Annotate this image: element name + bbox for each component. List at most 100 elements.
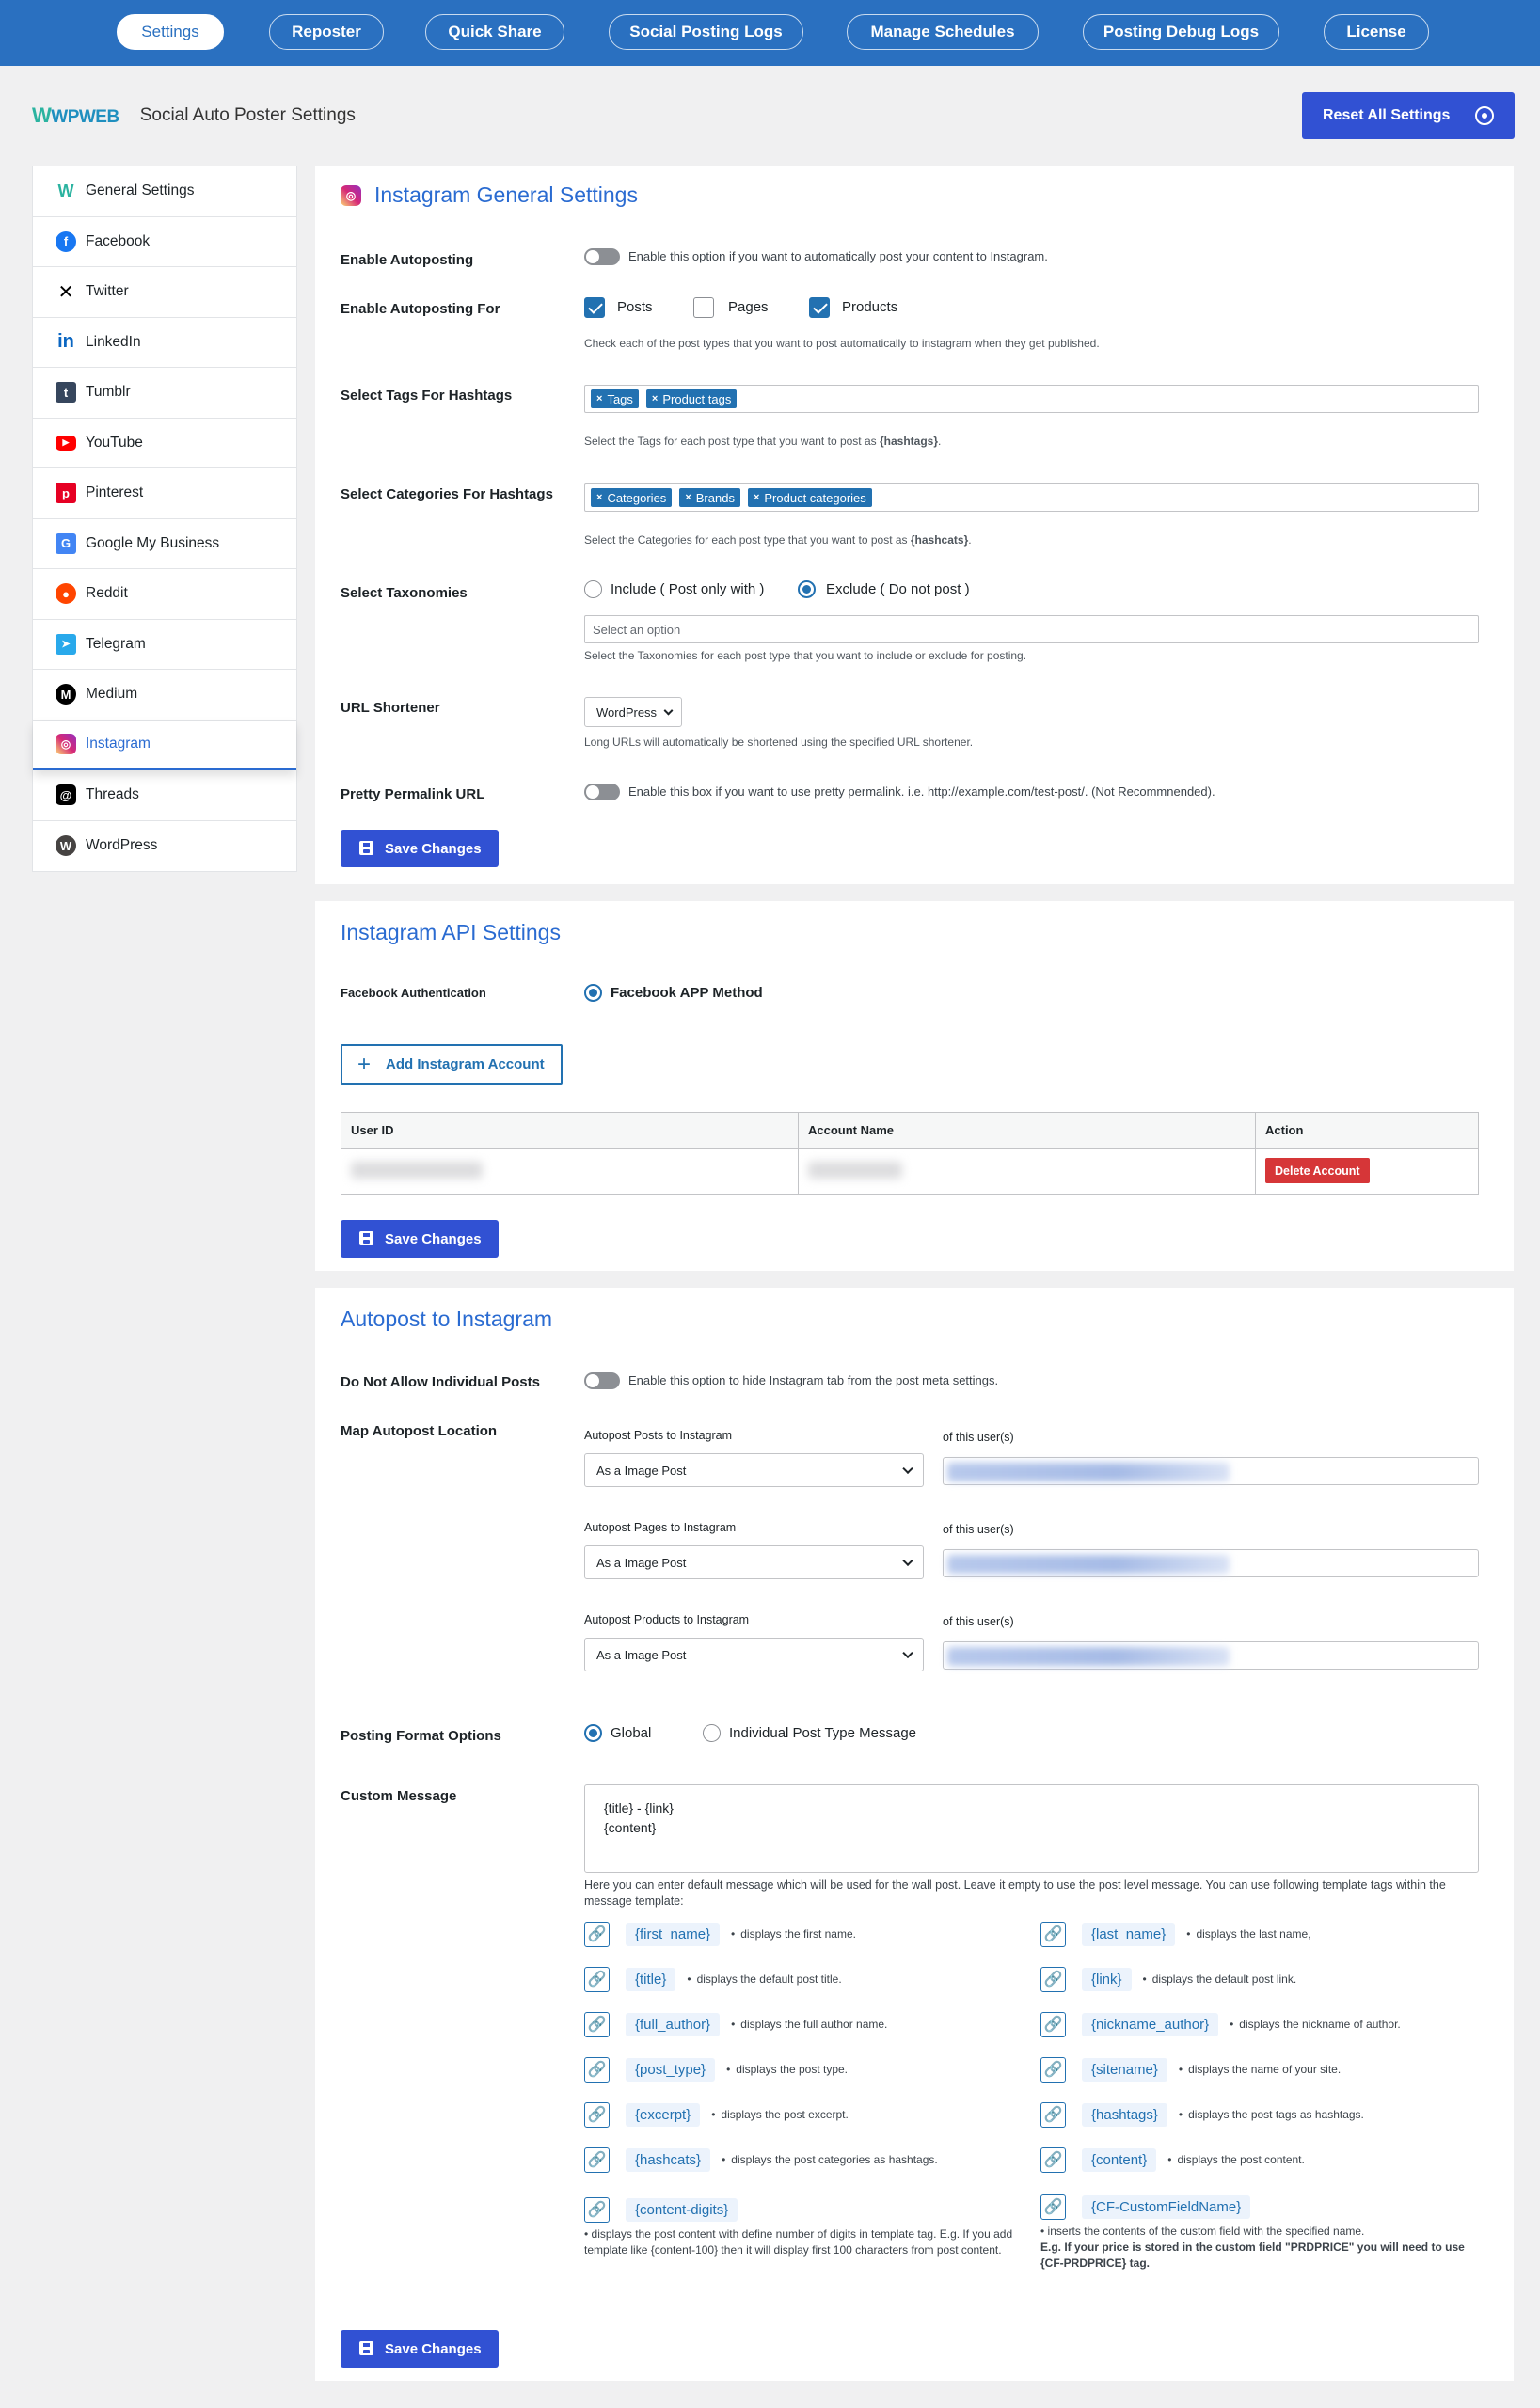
tab-settings[interactable]: Settings [117,14,224,50]
taxonomy-exclude-label: Exclude ( Do not post ) [826,581,970,597]
tag-chip[interactable]: × Tags [591,389,639,408]
cats-hashtags-label: Select Categories For Hashtags [341,486,553,502]
link-icon[interactable]: 🔗 [584,2056,610,2083]
sidebar-item-twitter[interactable]: ✕ Twitter [33,267,296,318]
save-icon [359,2341,373,2355]
content-digits-desc: • displays the post content with define … [584,2227,1013,2257]
save-changes-button[interactable]: Save Changes [341,830,499,867]
taxonomy-select[interactable]: Select an option [584,615,1479,643]
delete-account-button[interactable]: Delete Account [1265,1158,1370,1183]
chevron-down-icon [663,705,674,716]
remove-icon[interactable]: × [596,492,602,503]
sidebar-item-instagram[interactable]: ◎ Instagram [33,721,296,770]
no-individual-posts-toggle[interactable] [584,1372,620,1389]
link-icon[interactable]: 🔗 [584,1921,610,1947]
map-pages-select[interactable]: As a Image Post [584,1545,924,1579]
remove-icon[interactable]: × [685,492,691,503]
sidebar-item-medium[interactable]: M Medium [33,670,296,721]
chevron-down-icon [902,1555,913,1567]
format-individual-radio[interactable] [703,1724,721,1742]
medium-icon: M [56,684,76,705]
taxonomy-exclude-radio[interactable] [798,580,816,598]
pretty-permalink-desc: Enable this box if you want to use prett… [628,784,1215,799]
tags-hashtags-select[interactable]: × Tags × Product tags [584,385,1479,413]
pages-checkbox[interactable] [693,297,714,318]
sidebar-item-youtube[interactable]: ▶ YouTube [33,419,296,468]
map-products-user-select[interactable] [943,1641,1479,1670]
link-icon[interactable]: 🔗 [1040,1921,1066,1947]
add-instagram-account-button[interactable]: + Add Instagram Account [341,1044,563,1085]
tab-social-posting-logs[interactable]: Social Posting Logs [609,14,803,50]
sidebar-item-label: Google My Business [86,534,220,551]
link-icon[interactable]: 🔗 [584,2101,610,2128]
url-shortener-select[interactable]: WordPress [584,697,682,727]
tag-chip[interactable]: × Product tags [645,389,738,408]
tab-manage-schedules[interactable]: Manage Schedules [847,14,1039,50]
format-global-radio[interactable] [584,1724,602,1742]
reset-all-settings-button[interactable]: Reset All Settings [1302,92,1515,139]
link-icon[interactable]: 🔗 [584,1966,610,1992]
cats-hashtags-desc: Select the Categories for each post type… [584,533,972,547]
reset-icon [1475,106,1494,125]
tag-chip[interactable]: × Product categories [747,488,872,507]
map-posts-user-select[interactable] [943,1457,1479,1485]
remove-icon[interactable]: × [652,393,658,404]
tab-license[interactable]: License [1324,14,1429,50]
template-tag-item: 🔗 {first_name} displays the first name. [584,1920,856,1948]
link-icon[interactable]: 🔗 [584,2196,610,2223]
link-icon[interactable]: 🔗 [584,2147,610,2173]
pretty-permalink-toggle[interactable] [584,784,620,800]
map-products-select[interactable]: As a Image Post [584,1638,924,1671]
link-icon[interactable]: 🔗 [1040,2101,1066,2128]
link-icon[interactable]: 🔗 [1040,2056,1066,2083]
map-pages-user-select[interactable] [943,1549,1479,1577]
enable-autoposting-toggle[interactable] [584,248,620,265]
save-changes-button[interactable]: Save Changes [341,2330,499,2368]
facebook-app-method-label: Facebook APP Method [611,985,763,1001]
template-tag: {link} [1082,1967,1132,1991]
remove-icon[interactable]: × [596,393,602,404]
section-title: Autopost to Instagram [341,1307,553,1331]
sidebar-item-pinterest[interactable]: p Pinterest [33,468,296,519]
link-icon[interactable]: 🔗 [1040,2194,1066,2220]
api-settings-panel: Instagram API Settings Facebook Authenti… [315,901,1514,1271]
map-posts-select[interactable]: As a Image Post [584,1453,924,1487]
link-icon[interactable]: 🔗 [1040,2147,1066,2173]
taxonomy-include-label: Include ( Post only with ) [611,581,765,597]
sidebar-item-google-my-business[interactable]: G Google My Business [33,519,296,569]
custom-message-textarea[interactable]: {title} - {link} {content} [584,1784,1479,1873]
sidebar-item-threads[interactable]: @ Threads [33,770,296,821]
tab-posting-debug-logs[interactable]: Posting Debug Logs [1083,14,1279,50]
sidebar-item-label: General Settings [86,182,195,199]
remove-icon[interactable]: × [754,492,759,503]
sidebar-item-linkedin[interactable]: in LinkedIn [33,318,296,368]
template-tag-item: 🔗 {title} displays the default post title. [584,1965,842,1993]
redacted-user-id [351,1162,483,1179]
top-nav: Settings Reposter Quick Share Social Pos… [0,0,1540,66]
facebook-app-method-radio[interactable] [584,984,602,1002]
sidebar-item-telegram[interactable]: ➤ Telegram [33,620,296,670]
sidebar-item-facebook[interactable]: f Facebook [33,217,296,267]
link-icon[interactable]: 🔗 [584,2011,610,2037]
facebook-icon: f [56,230,76,252]
posts-checkbox[interactable] [584,297,605,318]
products-checkbox[interactable] [809,297,830,318]
sidebar-item-general-settings[interactable]: W General Settings [33,166,296,217]
pretty-permalink-label: Pretty Permalink URL [341,786,485,802]
sidebar-item-reddit[interactable]: ● Reddit [33,569,296,620]
sidebar-item-tumblr[interactable]: t Tumblr [33,368,296,419]
link-icon[interactable]: 🔗 [1040,1966,1066,1992]
tag-chip[interactable]: × Brands [679,488,740,507]
tab-quick-share[interactable]: Quick Share [425,14,564,50]
save-changes-button[interactable]: Save Changes [341,1220,499,1258]
tab-reposter[interactable]: Reposter [269,14,384,50]
template-desc: displays the default post title. [687,1972,842,1986]
template-desc: displays the full author name. [731,2018,887,2031]
sidebar-item-wordpress[interactable]: W WordPress [33,821,296,872]
tag-chip[interactable]: × Categories [591,488,673,507]
cats-hashtags-select[interactable]: × Categories × Brands × Product categories [584,483,1479,512]
column-account-name: Account Name [799,1113,1256,1148]
link-icon[interactable]: 🔗 [1040,2011,1066,2037]
taxonomy-include-radio[interactable] [584,580,602,598]
no-individual-posts-desc: Enable this option to hide Instagram tab… [628,1373,999,1387]
